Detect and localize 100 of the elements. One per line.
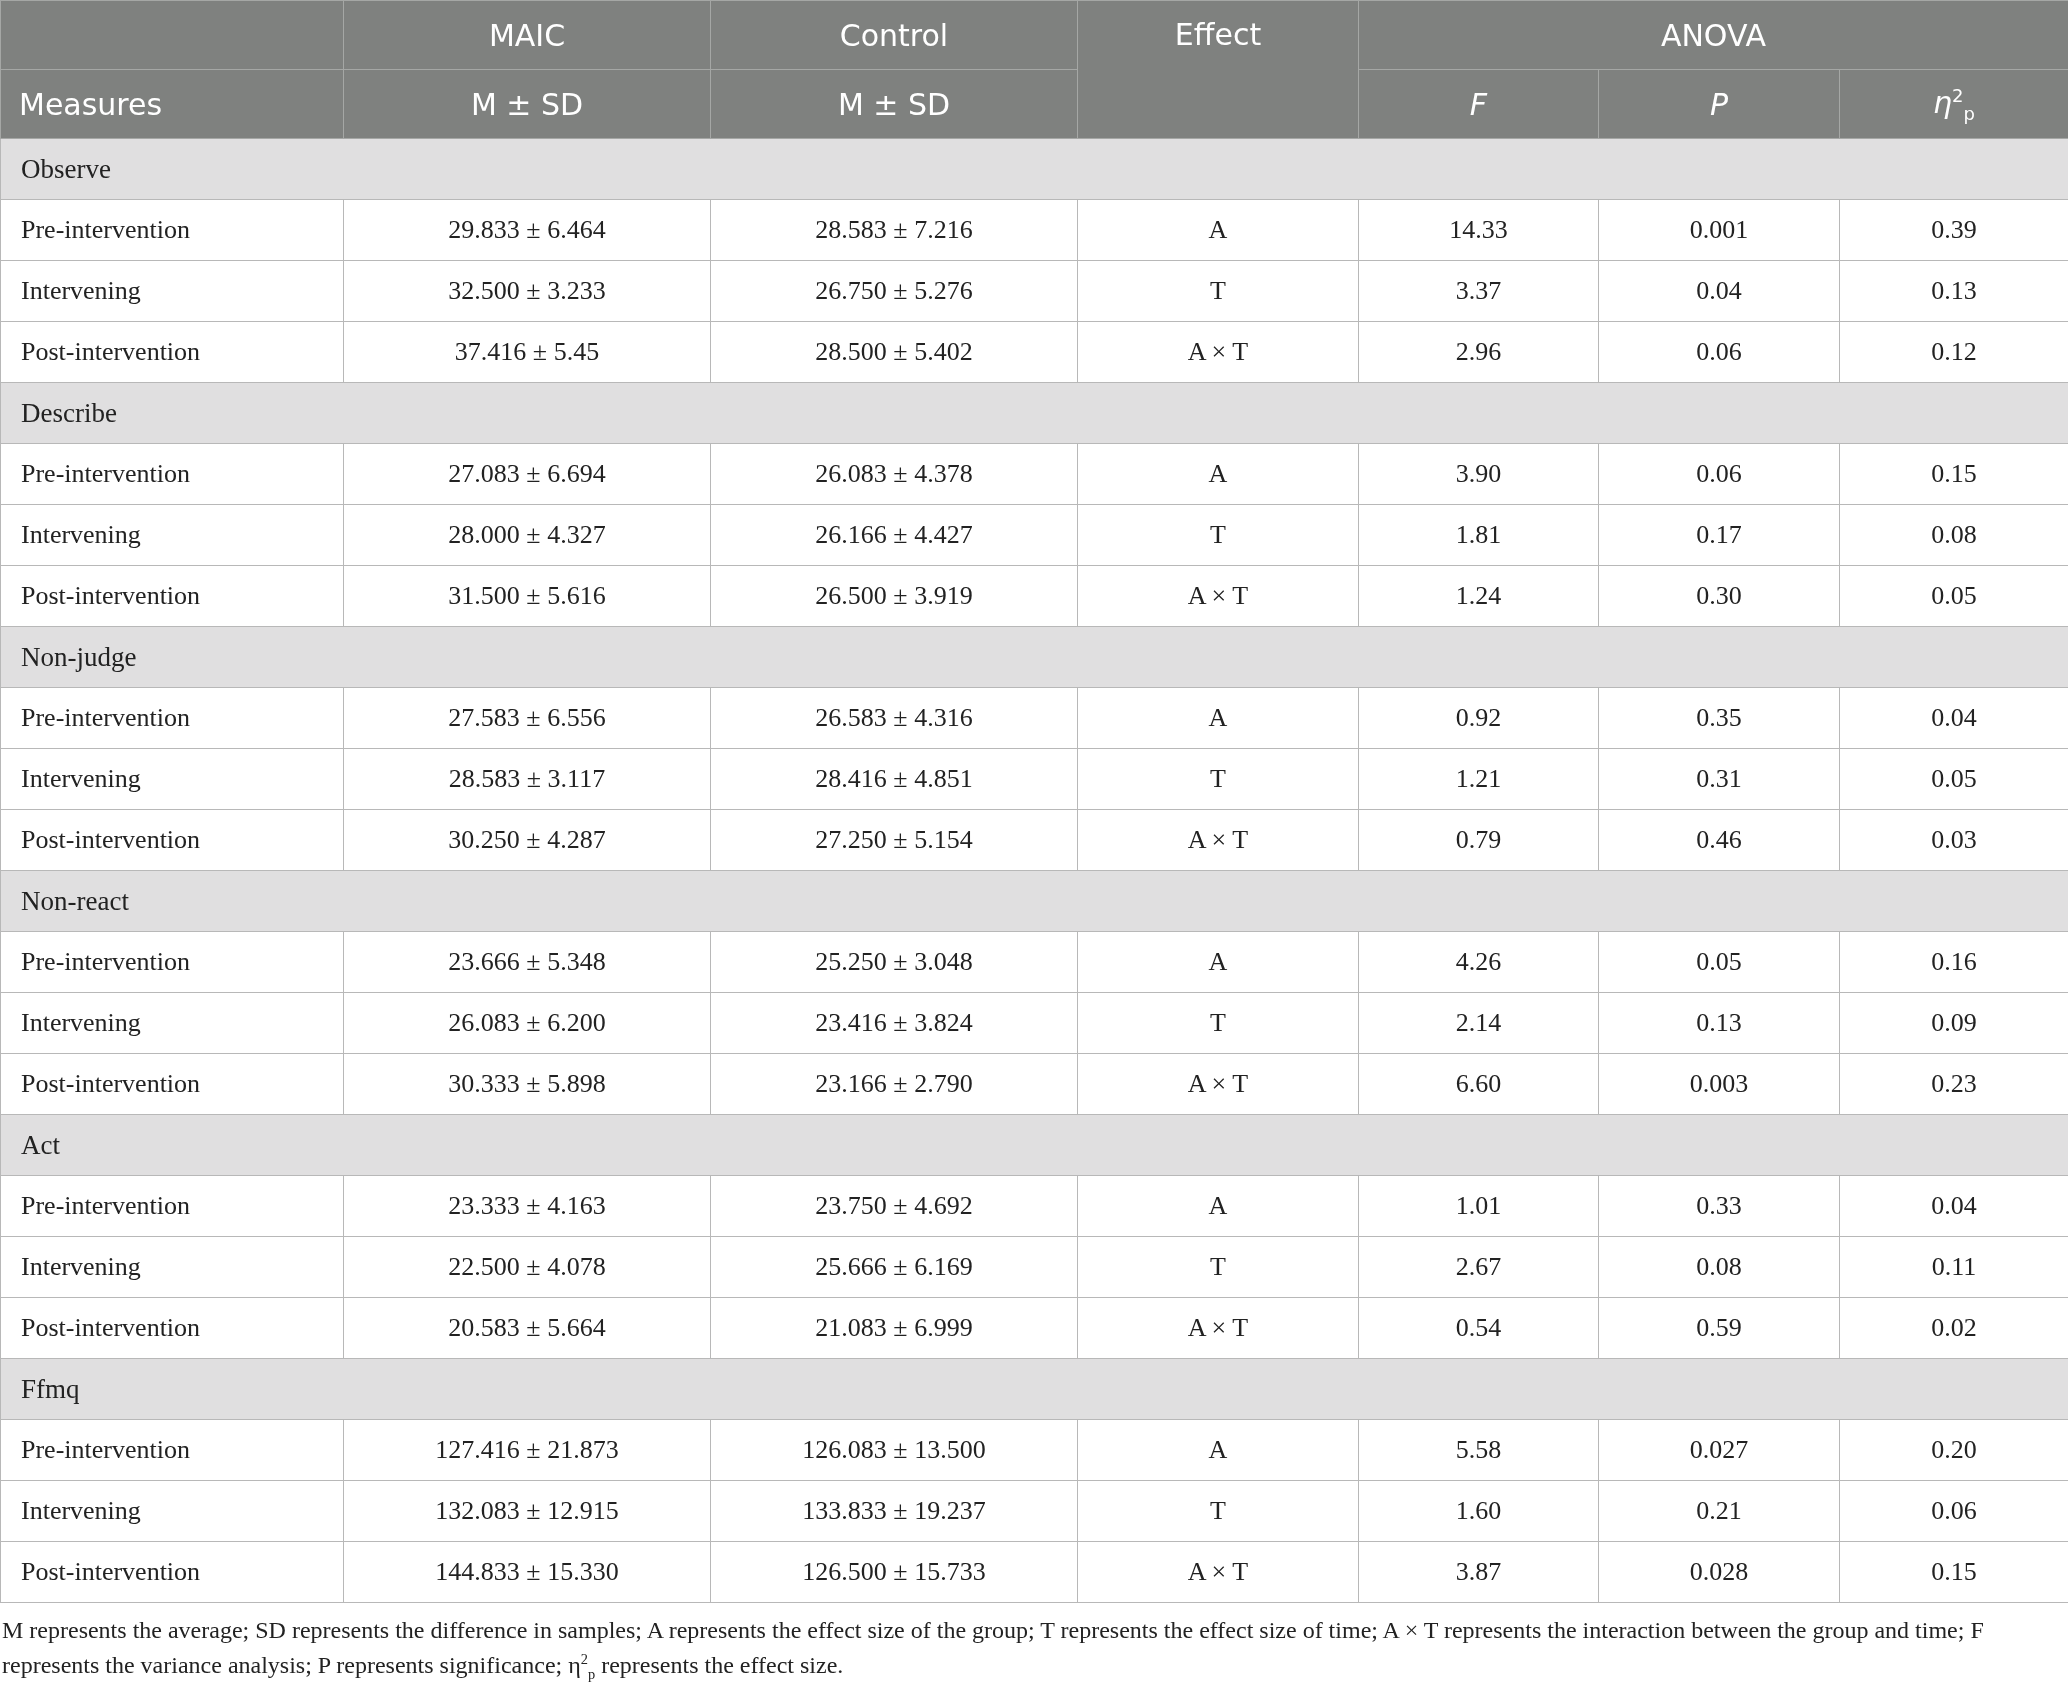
table-cell: Intervening bbox=[0, 1480, 344, 1542]
table-cell: Intervening bbox=[0, 1236, 344, 1298]
table-cell: 28.583 ± 7.216 bbox=[710, 199, 1078, 261]
table-cell: Intervening bbox=[0, 260, 344, 322]
table-cell: 27.083 ± 6.694 bbox=[343, 443, 711, 505]
table-cell: T bbox=[1077, 992, 1359, 1054]
table-cell: A bbox=[1077, 199, 1359, 261]
table-cell: 28.583 ± 3.117 bbox=[343, 748, 711, 810]
table-cell: 21.083 ± 6.999 bbox=[710, 1297, 1078, 1359]
table-cell: A bbox=[1077, 931, 1359, 993]
table-cell: 0.35 bbox=[1598, 687, 1840, 749]
table-cell: 0.46 bbox=[1598, 809, 1840, 871]
table-cell: 26.750 ± 5.276 bbox=[710, 260, 1078, 322]
table-cell: 23.333 ± 4.163 bbox=[343, 1175, 711, 1237]
table-cell: 0.003 bbox=[1598, 1053, 1840, 1115]
section-row: Act bbox=[0, 1114, 2068, 1176]
table-cell: 0.21 bbox=[1598, 1480, 1840, 1542]
table-cell: A × T bbox=[1077, 565, 1359, 627]
table-cell: 26.083 ± 4.378 bbox=[710, 443, 1078, 505]
table-cell: A × T bbox=[1077, 1053, 1359, 1115]
table-cell: 0.06 bbox=[1598, 443, 1840, 505]
section-row: Observe bbox=[0, 138, 2068, 200]
table-cell: 5.58 bbox=[1358, 1419, 1599, 1481]
table-cell: 28.416 ± 4.851 bbox=[710, 748, 1078, 810]
table-cell: 23.416 ± 3.824 bbox=[710, 992, 1078, 1054]
table-cell: Pre-intervention bbox=[0, 443, 344, 505]
table-cell: 2.67 bbox=[1358, 1236, 1599, 1298]
section-row: Ffmq bbox=[0, 1358, 2068, 1420]
table-cell: 6.60 bbox=[1358, 1053, 1599, 1115]
table-cell: Post-intervention bbox=[0, 1297, 344, 1359]
table-cell: 0.33 bbox=[1598, 1175, 1840, 1237]
table-cell: 1.81 bbox=[1358, 504, 1599, 566]
table-cell: 28.500 ± 5.402 bbox=[710, 321, 1078, 383]
table-cell: Pre-intervention bbox=[0, 199, 344, 261]
column-header: ANOVA bbox=[1358, 0, 2068, 70]
table-cell: 2.96 bbox=[1358, 321, 1599, 383]
table-cell: A × T bbox=[1077, 321, 1359, 383]
column-header: F bbox=[1358, 69, 1599, 139]
table-cell: 144.833 ± 15.330 bbox=[343, 1541, 711, 1603]
table-cell: 0.54 bbox=[1358, 1297, 1599, 1359]
table-cell: 3.37 bbox=[1358, 260, 1599, 322]
table-cell: Pre-intervention bbox=[0, 687, 344, 749]
table-cell: 30.250 ± 4.287 bbox=[343, 809, 711, 871]
table-cell: 0.13 bbox=[1598, 992, 1840, 1054]
table-cell: 1.21 bbox=[1358, 748, 1599, 810]
table-cell: A bbox=[1077, 443, 1359, 505]
table-cell: 0.05 bbox=[1598, 931, 1840, 993]
section-row: Non-react bbox=[0, 870, 2068, 932]
table-cell: 0.59 bbox=[1598, 1297, 1840, 1359]
table-cell: 0.08 bbox=[1598, 1236, 1840, 1298]
table-cell: Intervening bbox=[0, 504, 344, 566]
table-cell: 0.04 bbox=[1598, 260, 1840, 322]
table-cell: 37.416 ± 5.45 bbox=[343, 321, 711, 383]
table-cell: 26.500 ± 3.919 bbox=[710, 565, 1078, 627]
table-cell: Post-intervention bbox=[0, 1541, 344, 1603]
table-cell: Post-intervention bbox=[0, 565, 344, 627]
table-cell: 23.166 ± 2.790 bbox=[710, 1053, 1078, 1115]
table-cell: 30.333 ± 5.898 bbox=[343, 1053, 711, 1115]
column-header: P bbox=[1598, 69, 1840, 139]
table-cell: 22.500 ± 4.078 bbox=[343, 1236, 711, 1298]
table-cell: A × T bbox=[1077, 809, 1359, 871]
table-cell: A × T bbox=[1077, 1297, 1359, 1359]
table-cell: 0.001 bbox=[1598, 199, 1840, 261]
table-cell: 0.79 bbox=[1358, 809, 1599, 871]
table-cell: 26.583 ± 4.316 bbox=[710, 687, 1078, 749]
table-cell: Pre-intervention bbox=[0, 1175, 344, 1237]
table-cell: 1.24 bbox=[1358, 565, 1599, 627]
table-cell: T bbox=[1077, 748, 1359, 810]
section-row: Non-judge bbox=[0, 626, 2068, 688]
table-cell: 126.083 ± 13.500 bbox=[710, 1419, 1078, 1481]
table-cell: 3.90 bbox=[1358, 443, 1599, 505]
table-cell: 126.500 ± 15.733 bbox=[710, 1541, 1078, 1603]
table-cell: 23.750 ± 4.692 bbox=[710, 1175, 1078, 1237]
table-cell: 133.833 ± 19.237 bbox=[710, 1480, 1078, 1542]
table-cell: A bbox=[1077, 687, 1359, 749]
table-cell: 14.33 bbox=[1358, 199, 1599, 261]
table-cell: 23.666 ± 5.348 bbox=[343, 931, 711, 993]
table-cell: 32.500 ± 3.233 bbox=[343, 260, 711, 322]
table-cell: 29.833 ± 6.464 bbox=[343, 199, 711, 261]
table-cell: 4.26 bbox=[1358, 931, 1599, 993]
table-cell: 132.083 ± 12.915 bbox=[343, 1480, 711, 1542]
table-footnote: M represents the average; SD represents the difference in samples; A represents the effect size of the group; T represents the effect size of time; A × T represents the interaction between the group and time; F represents the variance analysis; P represents significance; η$^{2}$$_{p}$ represents the effect size. bbox=[1, 1616, 1985, 1684]
table-cell: A bbox=[1077, 1175, 1359, 1237]
table-cell: 31.500 ± 5.616 bbox=[343, 565, 711, 627]
table-cell: Pre-intervention bbox=[0, 931, 344, 993]
table-cell: 1.01 bbox=[1358, 1175, 1599, 1237]
table-cell: Post-intervention bbox=[0, 1053, 344, 1115]
table-cell: 20.583 ± 5.664 bbox=[343, 1297, 711, 1359]
table-cell: 27.250 ± 5.154 bbox=[710, 809, 1078, 871]
table-cell: 27.583 ± 6.556 bbox=[343, 687, 711, 749]
table-cell: 28.000 ± 4.327 bbox=[343, 504, 711, 566]
table-cell: 0.92 bbox=[1358, 687, 1599, 749]
table-cell: 3.87 bbox=[1358, 1541, 1599, 1603]
table-cell: Post-intervention bbox=[0, 321, 344, 383]
table-cell: Post-intervention bbox=[0, 809, 344, 871]
table-cell: 0.31 bbox=[1598, 748, 1840, 810]
table-cell: T bbox=[1077, 1480, 1359, 1542]
table-cell: Pre-intervention bbox=[0, 1419, 344, 1481]
section-row: Describe bbox=[0, 382, 2068, 444]
column-header: M ± SD bbox=[710, 69, 1078, 139]
